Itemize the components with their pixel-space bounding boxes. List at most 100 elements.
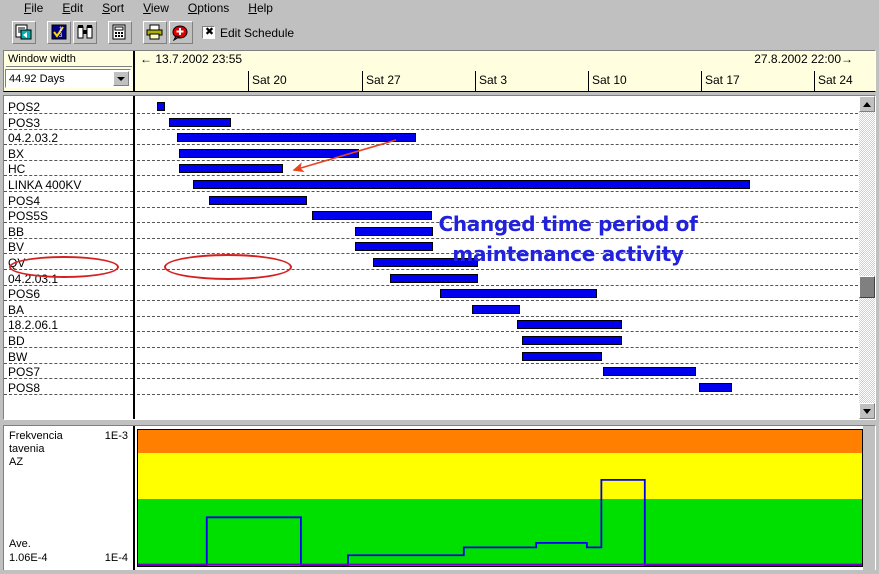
timeline-tick: Sat 3	[475, 71, 588, 91]
find-button[interactable]	[73, 21, 97, 44]
menu-item-label: ptions	[197, 1, 230, 15]
gantt-bar[interactable]	[517, 320, 622, 330]
gantt-row-label[interactable]: POS2	[8, 101, 40, 113]
gantt-row-divider	[4, 128, 133, 130]
gantt-row-divider	[4, 191, 133, 192]
gantt-bar[interactable]	[699, 382, 732, 392]
gantt-row-label[interactable]: BD	[8, 335, 25, 347]
gantt-row-divider	[4, 253, 133, 255]
chevron-down-icon[interactable]	[113, 71, 129, 86]
menu-item-sort[interactable]: Sort	[100, 1, 126, 16]
gantt-bar[interactable]	[193, 180, 750, 189]
gantt-row-label[interactable]: BB	[8, 226, 24, 238]
gantt-vertical-scrollbar[interactable]	[859, 96, 875, 419]
menu-item-edit[interactable]: Edit	[60, 1, 85, 16]
gantt-bar[interactable]	[179, 164, 283, 174]
menu-item-label: elp	[256, 1, 273, 15]
average-label: Ave.	[9, 538, 31, 550]
gantt-row-divider	[4, 378, 133, 380]
gantt-row-label[interactable]: POS6	[8, 288, 40, 300]
menu-item-help[interactable]: Help	[246, 1, 275, 16]
application-window: File Edit Sort View Options Help 1 3 ✖ E…	[0, 0, 879, 574]
gantt-bar[interactable]	[373, 258, 478, 267]
gantt-bar[interactable]	[169, 117, 231, 127]
gantt-gridline	[137, 128, 858, 130]
scroll-up-button[interactable]	[859, 96, 875, 112]
gantt-gridline	[137, 206, 858, 208]
gantt-gridline	[137, 378, 858, 380]
horizontal-scroll-gutter[interactable]	[3, 570, 876, 574]
gantt-bar[interactable]	[177, 133, 416, 143]
gantt-row-label[interactable]: 18.2.06.1	[8, 319, 58, 331]
scroll-track[interactable]	[859, 112, 875, 403]
gantt-row-label[interactable]: POS4	[8, 195, 40, 207]
calculator-button[interactable]	[108, 21, 132, 44]
toolbar: 1 3 ✖ Edit Schedule	[0, 17, 879, 48]
gantt-bar[interactable]	[355, 242, 433, 252]
gantt-bar[interactable]	[179, 148, 359, 158]
frequency-scrollbar-gutter[interactable]	[863, 426, 875, 571]
gantt-bar[interactable]	[522, 351, 602, 361]
gantt-row-divider	[4, 206, 133, 208]
menu-item-file[interactable]: File	[22, 1, 45, 16]
timeline-start-date: ← 13.7.2002 23:55	[140, 52, 242, 66]
gantt-gridline	[137, 191, 858, 192]
frequency-plot-area	[137, 429, 863, 567]
highlight-ellipse-bar	[164, 254, 292, 280]
gantt-gridline	[137, 315, 858, 317]
gantt-row-divider	[4, 300, 133, 302]
print-button[interactable]	[143, 21, 167, 44]
sort-button[interactable]: 1 3	[47, 21, 71, 44]
edit-schedule-checkbox[interactable]	[202, 25, 216, 40]
start-date-text: 13.7.2002 23:55	[155, 52, 243, 66]
gantt-row-label[interactable]: HC	[8, 163, 25, 175]
gantt-row-divider	[4, 113, 133, 114]
gantt-row-label[interactable]: LINKA 400KV	[8, 179, 81, 191]
window-width-group: Window width 44.92 Days	[4, 51, 135, 91]
gantt-row-divider	[4, 284, 133, 286]
gantt-bar[interactable]	[312, 211, 432, 221]
gantt-gridline	[137, 362, 858, 364]
gantt-row-label[interactable]: BX	[8, 148, 24, 160]
menu-item-options[interactable]: Options	[186, 1, 231, 16]
gantt-row-label[interactable]: POS5S	[8, 210, 48, 222]
gantt-gridline	[137, 222, 858, 224]
gantt-bar[interactable]	[355, 226, 433, 236]
step-line-path	[138, 480, 862, 566]
gantt-row-label[interactable]: BV	[8, 241, 24, 253]
gantt-row-label[interactable]: POS8	[8, 382, 40, 394]
gantt-row-label[interactable]: POS7	[8, 366, 40, 378]
average-value: 1.06E-4	[9, 552, 48, 564]
gantt-row-label[interactable]: BW	[8, 351, 27, 363]
gantt-row-label[interactable]: BA	[8, 304, 24, 316]
gantt-bar[interactable]	[440, 289, 597, 299]
help-button[interactable]	[169, 21, 193, 44]
gantt-gridline	[137, 237, 858, 239]
menu-item-label: ile	[31, 1, 44, 15]
gantt-gridline	[137, 144, 858, 146]
open-schedule-button[interactable]	[12, 21, 36, 44]
menu-item-view[interactable]: View	[141, 1, 171, 16]
gantt-bar[interactable]	[603, 367, 696, 377]
scroll-thumb[interactable]	[859, 276, 875, 298]
gantt-bar[interactable]	[157, 102, 165, 111]
frequency-title-line1: Frekvencia	[9, 430, 63, 442]
gantt-bar[interactable]	[472, 304, 520, 314]
gantt-row-label[interactable]: POS3	[8, 117, 40, 129]
gantt-gridline	[137, 300, 858, 302]
edit-schedule-checkbox-group[interactable]: Edit Schedule	[202, 25, 294, 40]
gantt-bar[interactable]	[209, 195, 307, 205]
gantt-gridline	[137, 331, 858, 333]
gantt-bar[interactable]	[390, 273, 478, 283]
gantt-gridline	[137, 159, 858, 161]
frequency-chart-panel: Frekvencia tavenia AZ 1E-3 Ave. 1.06E-4 …	[3, 425, 876, 572]
gantt-chart-panel: POS2 POS3 04.2.03.2 BX HC LINKA 400KV POS4 POS5…	[3, 95, 876, 420]
timeline-header: Window width 44.92 Days ← 13.7.2002 23:5…	[3, 50, 876, 92]
gantt-row-label[interactable]: 04.2.03.2	[8, 132, 58, 144]
window-width-combobox[interactable]: 44.92 Days	[5, 69, 131, 88]
scroll-down-button[interactable]	[859, 403, 875, 419]
gantt-row-divider	[4, 159, 133, 161]
find-binoculars-icon	[77, 25, 93, 39]
gantt-gridline	[137, 175, 858, 177]
gantt-bar[interactable]	[522, 336, 622, 345]
